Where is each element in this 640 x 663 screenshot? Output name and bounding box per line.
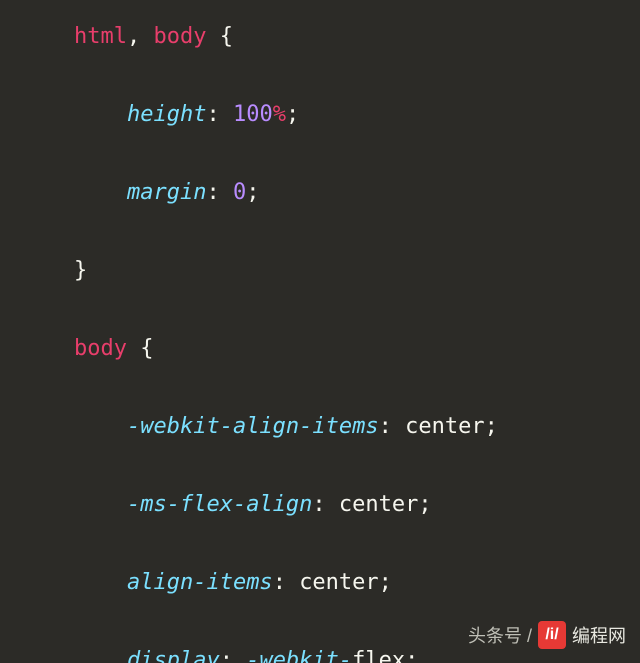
value-prefix-token: -webkit- xyxy=(246,648,352,663)
code-line: height: 100%; xyxy=(40,92,640,137)
semicolon-token: ; xyxy=(379,570,392,595)
watermark-prefix: 头条号 / xyxy=(468,622,532,648)
code-line: -webkit-align-items: center; xyxy=(40,404,640,449)
property-token: margin xyxy=(127,180,206,205)
selector-token: html xyxy=(74,24,127,49)
property-token: display xyxy=(127,648,220,663)
watermark-logo-text: /i/ xyxy=(545,626,558,644)
property-token: align-items xyxy=(127,570,273,595)
brace-token: { xyxy=(127,336,154,361)
property-token: height xyxy=(127,102,206,127)
code-line: } xyxy=(40,248,640,293)
colon-token: : xyxy=(206,102,233,127)
selector-token: body xyxy=(74,336,127,361)
value-token: flex xyxy=(352,648,405,663)
watermark: 头条号 / /i/ 编程网 xyxy=(468,621,626,649)
selector-token: body xyxy=(153,24,206,49)
colon-token: : xyxy=(379,414,406,439)
watermark-logo: /i/ xyxy=(538,621,566,649)
semicolon-token: ; xyxy=(286,102,299,127)
code-line: html, body { xyxy=(0,14,640,59)
brace-token: { xyxy=(206,24,233,49)
number-token: 0 xyxy=(233,180,246,205)
colon-token: : xyxy=(312,492,339,517)
colon-token: : xyxy=(220,648,247,663)
semicolon-token: ; xyxy=(418,492,431,517)
code-line: -ms-flex-align: center; xyxy=(40,482,640,527)
semicolon-token: ; xyxy=(485,414,498,439)
number-token: 100 xyxy=(233,102,273,127)
value-token: center xyxy=(405,414,484,439)
brace-token: } xyxy=(74,258,87,283)
colon-token: : xyxy=(206,180,233,205)
value-token: center xyxy=(339,492,418,517)
code-line: margin: 0; xyxy=(40,170,640,215)
semicolon-token: ; xyxy=(246,180,259,205)
unit-token: % xyxy=(273,102,286,127)
code-line: body { xyxy=(40,326,640,371)
code-line: align-items: center; xyxy=(40,560,640,605)
watermark-brand: 编程网 xyxy=(572,622,626,648)
css-code-block: html, body { height: 100%; margin: 0; } … xyxy=(0,0,640,663)
property-token: -webkit-align-items xyxy=(127,414,379,439)
colon-token: : xyxy=(273,570,300,595)
property-token: -ms-flex-align xyxy=(127,492,312,517)
comma-token: , xyxy=(127,24,154,49)
value-token: center xyxy=(299,570,378,595)
semicolon-token: ; xyxy=(405,648,418,663)
